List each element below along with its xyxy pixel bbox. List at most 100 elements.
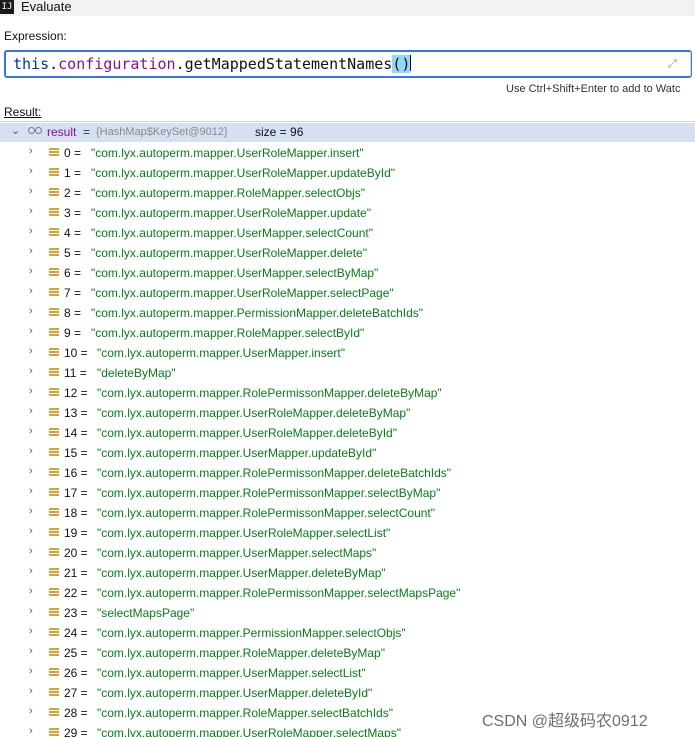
chevron-right-icon[interactable]: › [29, 165, 33, 177]
tree-item-row[interactable]: › 7 = "com.lyx.autoperm.mapper.UserRoleMa… [0, 283, 695, 303]
chevron-right-icon[interactable]: › [29, 585, 33, 597]
tree-item-row[interactable]: › 11 = "deleteByMap" [0, 363, 695, 383]
item-value: "com.lyx.autoperm.mapper.PermissionMappe… [97, 626, 406, 640]
root-variable-name: result [47, 125, 77, 139]
list-item-icon [49, 348, 59, 357]
tree-item-row[interactable]: › 18 = "com.lyx.autoperm.mapper.RolePermi… [0, 503, 695, 523]
chevron-right-icon[interactable]: › [29, 225, 33, 237]
chevron-right-icon[interactable]: › [29, 305, 33, 317]
tree-item-row[interactable]: › 19 = "com.lyx.autoperm.mapper.UserRoleM… [0, 523, 695, 543]
list-item-icon [49, 488, 59, 497]
tree-item-row[interactable]: › 5 = "com.lyx.autoperm.mapper.UserRoleMa… [0, 243, 695, 263]
tree-item-row[interactable]: › 24 = "com.lyx.autoperm.mapper.Permissio… [0, 623, 695, 643]
chevron-right-icon[interactable]: › [29, 345, 33, 357]
tree-item-row[interactable]: › 1 = "com.lyx.autoperm.mapper.UserRoleMa… [0, 163, 695, 183]
list-item-icon [49, 528, 59, 537]
item-index: 0 = [64, 146, 85, 160]
chevron-right-icon[interactable]: › [29, 185, 33, 197]
chevron-right-icon[interactable]: › [29, 605, 33, 617]
tree-item-row[interactable]: › 13 = "com.lyx.autoperm.mapper.UserRoleM… [0, 403, 695, 423]
item-index: 6 = [64, 266, 85, 280]
tree-item-row[interactable]: › 6 = "com.lyx.autoperm.mapper.UserMapper… [0, 263, 695, 283]
item-value: "com.lyx.autoperm.mapper.RoleMapper.sele… [91, 186, 365, 200]
item-value: "com.lyx.autoperm.mapper.UserRoleMapper.… [97, 726, 401, 737]
tree-item-row[interactable]: › 26 = "com.lyx.autoperm.mapper.UserMappe… [0, 663, 695, 683]
list-item-icon [49, 568, 59, 577]
list-item-icon [49, 708, 59, 717]
tree-item-row[interactable]: › 3 = "com.lyx.autoperm.mapper.UserRoleMa… [0, 203, 695, 223]
item-value: "com.lyx.autoperm.mapper.RolePermissonMa… [97, 386, 442, 400]
expand-icon[interactable]: ⤢ [668, 58, 680, 70]
list-item-icon [49, 228, 59, 237]
tree-item-row[interactable]: › 8 = "com.lyx.autoperm.mapper.Permission… [0, 303, 695, 323]
expression-input[interactable]: this.configuration.getMappedStatementNam… [4, 50, 695, 78]
chevron-right-icon[interactable]: › [29, 325, 33, 337]
chevron-right-icon[interactable]: › [29, 545, 33, 557]
tree-item-row[interactable]: › 21 = "com.lyx.autoperm.mapper.UserMappe… [0, 563, 695, 583]
item-value: "selectMapsPage" [97, 606, 195, 620]
tree-item-row[interactable]: › 16 = "com.lyx.autoperm.mapper.RolePermi… [0, 463, 695, 483]
expression-code[interactable]: this.configuration.getMappedStatementNam… [13, 55, 412, 73]
chevron-right-icon[interactable]: › [29, 385, 33, 397]
item-index: 1 = [64, 166, 85, 180]
item-value: "com.lyx.autoperm.mapper.RolePermissonMa… [97, 466, 452, 480]
chevron-down-icon[interactable]: ⌄ [11, 124, 20, 137]
tree-item-row[interactable]: › 2 = "com.lyx.autoperm.mapper.RoleMapper… [0, 183, 695, 203]
list-item-icon [49, 608, 59, 617]
tree-item-row[interactable]: › 4 = "com.lyx.autoperm.mapper.UserMapper… [0, 223, 695, 243]
item-index: 22 = [64, 586, 92, 600]
result-tree[interactable]: ⌄ result = {HashMap$KeySet@9012} size = … [0, 121, 695, 737]
chevron-right-icon[interactable]: › [29, 485, 33, 497]
item-value: "com.lyx.autoperm.mapper.UserMapper.upda… [97, 446, 377, 460]
item-value: "com.lyx.autoperm.mapper.UserRoleMapper.… [91, 286, 394, 300]
tree-item-row[interactable]: › 0 = "com.lyx.autoperm.mapper.UserRoleMa… [0, 143, 695, 163]
chevron-right-icon[interactable]: › [29, 465, 33, 477]
chevron-right-icon[interactable]: › [29, 365, 33, 377]
chevron-right-icon[interactable]: › [29, 705, 33, 717]
tree-item-row[interactable]: › 23 = "selectMapsPage" [0, 603, 695, 623]
chevron-right-icon[interactable]: › [29, 685, 33, 697]
chevron-right-icon[interactable]: › [29, 405, 33, 417]
chevron-right-icon[interactable]: › [29, 245, 33, 257]
tree-item-row[interactable]: › 15 = "com.lyx.autoperm.mapper.UserMappe… [0, 443, 695, 463]
chevron-right-icon[interactable]: › [29, 145, 33, 157]
item-value: "com.lyx.autoperm.mapper.PermissionMappe… [91, 306, 424, 320]
chevron-right-icon[interactable]: › [29, 665, 33, 677]
chevron-right-icon[interactable]: › [29, 265, 33, 277]
list-item-icon [49, 248, 59, 257]
chevron-right-icon[interactable]: › [29, 525, 33, 537]
tree-item-row[interactable]: › 10 = "com.lyx.autoperm.mapper.UserMappe… [0, 343, 695, 363]
chevron-right-icon[interactable]: › [29, 425, 33, 437]
item-value: "com.lyx.autoperm.mapper.UserMapper.sele… [97, 546, 377, 560]
chevron-right-icon[interactable]: › [29, 445, 33, 457]
item-index: 11 = [64, 366, 91, 380]
tree-item-row[interactable]: › 9 = "com.lyx.autoperm.mapper.RoleMapper… [0, 323, 695, 343]
tree-item-row[interactable]: › 12 = "com.lyx.autoperm.mapper.RolePermi… [0, 383, 695, 403]
tree-item-row[interactable]: › 22 = "com.lyx.autoperm.mapper.RolePermi… [0, 583, 695, 603]
tree-item-row[interactable]: › 14 = "com.lyx.autoperm.mapper.UserRoleM… [0, 423, 695, 443]
chevron-right-icon[interactable]: › [29, 565, 33, 577]
item-index: 23 = [64, 606, 92, 620]
intellij-idea-icon: IJ [0, 0, 14, 14]
chevron-right-icon[interactable]: › [29, 505, 33, 517]
chevron-right-icon[interactable]: › [29, 725, 33, 737]
list-item-icon [49, 148, 59, 157]
item-value: "com.lyx.autoperm.mapper.UserRoleMapper.… [91, 166, 396, 180]
tree-item-row[interactable]: › 20 = "com.lyx.autoperm.mapper.UserMappe… [0, 543, 695, 563]
list-item-icon [49, 268, 59, 277]
item-index: 4 = [64, 226, 85, 240]
item-index: 12 = [64, 386, 92, 400]
tree-root-row[interactable]: ⌄ result = {HashMap$KeySet@9012} size = … [0, 123, 695, 142]
chevron-right-icon[interactable]: › [29, 205, 33, 217]
tree-item-row[interactable]: › 17 = "com.lyx.autoperm.mapper.RolePermi… [0, 483, 695, 503]
list-item-icon [49, 168, 59, 177]
chevron-right-icon[interactable]: › [29, 625, 33, 637]
chevron-right-icon[interactable]: › [29, 285, 33, 297]
chevron-right-icon[interactable]: › [29, 645, 33, 657]
item-index: 2 = [64, 186, 85, 200]
tree-item-row[interactable]: › 25 = "com.lyx.autoperm.mapper.RoleMappe… [0, 643, 695, 663]
item-value: "com.lyx.autoperm.mapper.UserMapper.sele… [97, 666, 366, 680]
tree-item-row[interactable]: › 27 = "com.lyx.autoperm.mapper.UserMappe… [0, 683, 695, 703]
list-item-icon [49, 288, 59, 297]
item-index: 16 = [64, 466, 92, 480]
